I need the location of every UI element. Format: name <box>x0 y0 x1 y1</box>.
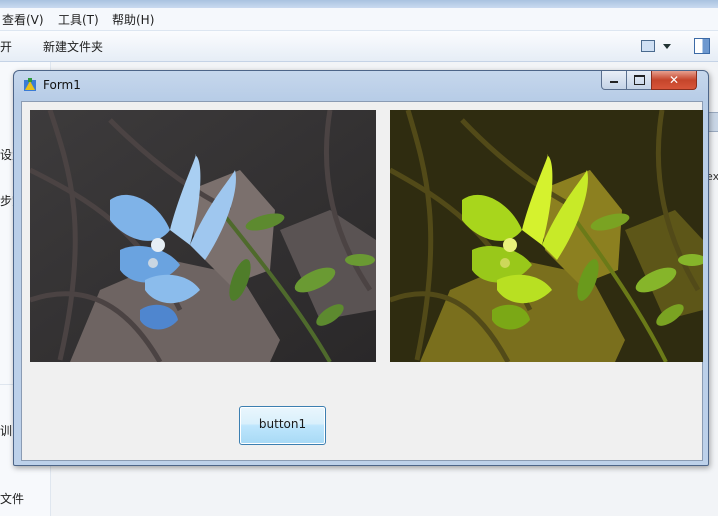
form1-window: Form1 ✕ button1 <box>13 70 709 466</box>
minimize-button[interactable] <box>601 71 627 90</box>
form-client-area: button1 <box>21 101 703 461</box>
flower-photo-original <box>30 110 376 362</box>
views-dropdown-arrow-icon[interactable] <box>663 44 671 49</box>
explorer-toolbar: 开 新建文件夹 <box>0 31 718 62</box>
close-button[interactable]: ✕ <box>651 71 697 90</box>
maximize-button[interactable] <box>626 71 652 90</box>
minimize-icon <box>610 81 618 83</box>
explorer-menubar: 查看(V) 工具(T) 帮助(H) <box>0 8 718 31</box>
menu-view[interactable]: 查看(V) <box>2 11 44 28</box>
preview-pane-icon[interactable] <box>694 38 710 54</box>
menu-tools[interactable]: 工具(T) <box>58 11 99 28</box>
picturebox-processed <box>390 110 703 362</box>
explorer-title-strip <box>0 0 718 8</box>
maximize-icon <box>634 75 645 85</box>
button1[interactable]: button1 <box>239 406 326 445</box>
picturebox-original <box>30 110 376 362</box>
close-icon: ✕ <box>668 73 680 87</box>
app-icon <box>24 78 36 91</box>
menu-help[interactable]: 帮助(H) <box>112 11 154 28</box>
flower-photo-yellow-tint <box>390 110 703 362</box>
toolbar-open-button[interactable]: 开 <box>0 38 12 55</box>
nav-item-train[interactable]: 训 <box>0 422 12 439</box>
toolbar-new-folder-button[interactable]: 新建文件夹 <box>43 38 103 55</box>
views-icon[interactable] <box>641 40 655 52</box>
nav-item-files[interactable]: 文件 <box>0 490 24 507</box>
window-title: Form1 <box>43 78 81 92</box>
